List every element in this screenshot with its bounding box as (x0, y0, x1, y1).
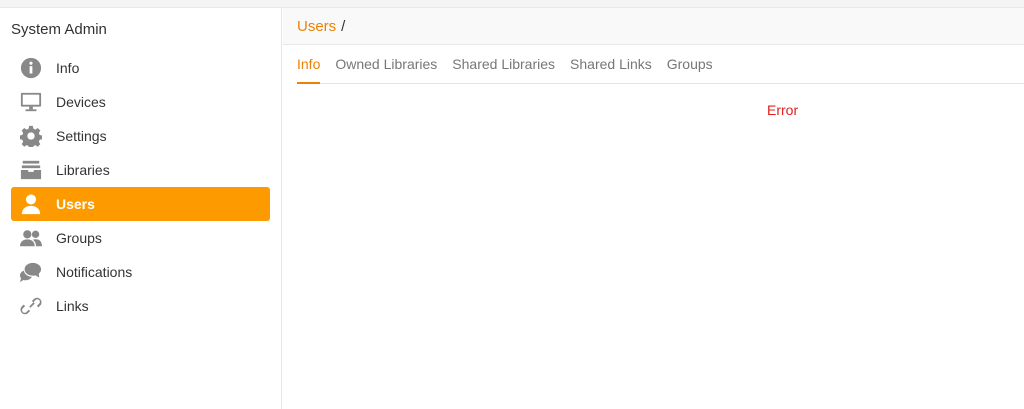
sidebar-item-label: Settings (56, 128, 107, 144)
sidebar-item-label: Devices (56, 94, 106, 110)
sidebar-item-groups[interactable]: Groups (11, 221, 270, 255)
monitor-icon (20, 91, 42, 113)
sidebar-item-label: Users (56, 196, 95, 212)
sidebar-item-users[interactable]: Users (11, 187, 270, 221)
link-icon (20, 295, 42, 317)
sidebar-nav: Info Devices Settings Libraries Users Gr… (11, 51, 270, 323)
sidebar-item-label: Links (56, 298, 89, 314)
chat-bubbles-icon (20, 261, 42, 283)
sidebar-item-label: Groups (56, 230, 102, 246)
sidebar: System Admin Info Devices Settings Libra… (0, 8, 282, 409)
sidebar-item-settings[interactable]: Settings (11, 119, 270, 153)
user-icon (20, 193, 42, 215)
sidebar-item-label: Libraries (56, 162, 110, 178)
info-icon (20, 57, 42, 79)
tab-shared-links[interactable]: Shared Links (570, 45, 652, 83)
tab-shared-libraries[interactable]: Shared Libraries (452, 45, 555, 83)
breadcrumb: Users / (283, 8, 1024, 45)
sidebar-item-info[interactable]: Info (11, 51, 270, 85)
sidebar-item-label: Notifications (56, 264, 133, 280)
tab-groups[interactable]: Groups (667, 45, 713, 83)
tab-bar: Info Owned Libraries Shared Libraries Sh… (297, 45, 1024, 84)
sidebar-item-label: Info (56, 60, 80, 76)
sidebar-item-libraries[interactable]: Libraries (11, 153, 270, 187)
sidebar-item-links[interactable]: Links (11, 289, 270, 323)
main-panel: Users / Info Owned Libraries Shared Libr… (283, 8, 1024, 409)
sidebar-title: System Admin (11, 21, 107, 38)
sidebar-item-devices[interactable]: Devices (11, 85, 270, 119)
breadcrumb-separator: / (341, 17, 346, 35)
gear-icon (20, 125, 42, 147)
tab-info[interactable]: Info (297, 45, 321, 84)
error-message: Error (767, 102, 799, 118)
breadcrumb-users-link[interactable]: Users (297, 18, 336, 35)
top-bar (0, 0, 1024, 8)
tab-owned-libraries[interactable]: Owned Libraries (335, 45, 437, 83)
archive-icon (20, 159, 42, 181)
users-icon (20, 227, 42, 249)
sidebar-item-notifications[interactable]: Notifications (11, 255, 270, 289)
